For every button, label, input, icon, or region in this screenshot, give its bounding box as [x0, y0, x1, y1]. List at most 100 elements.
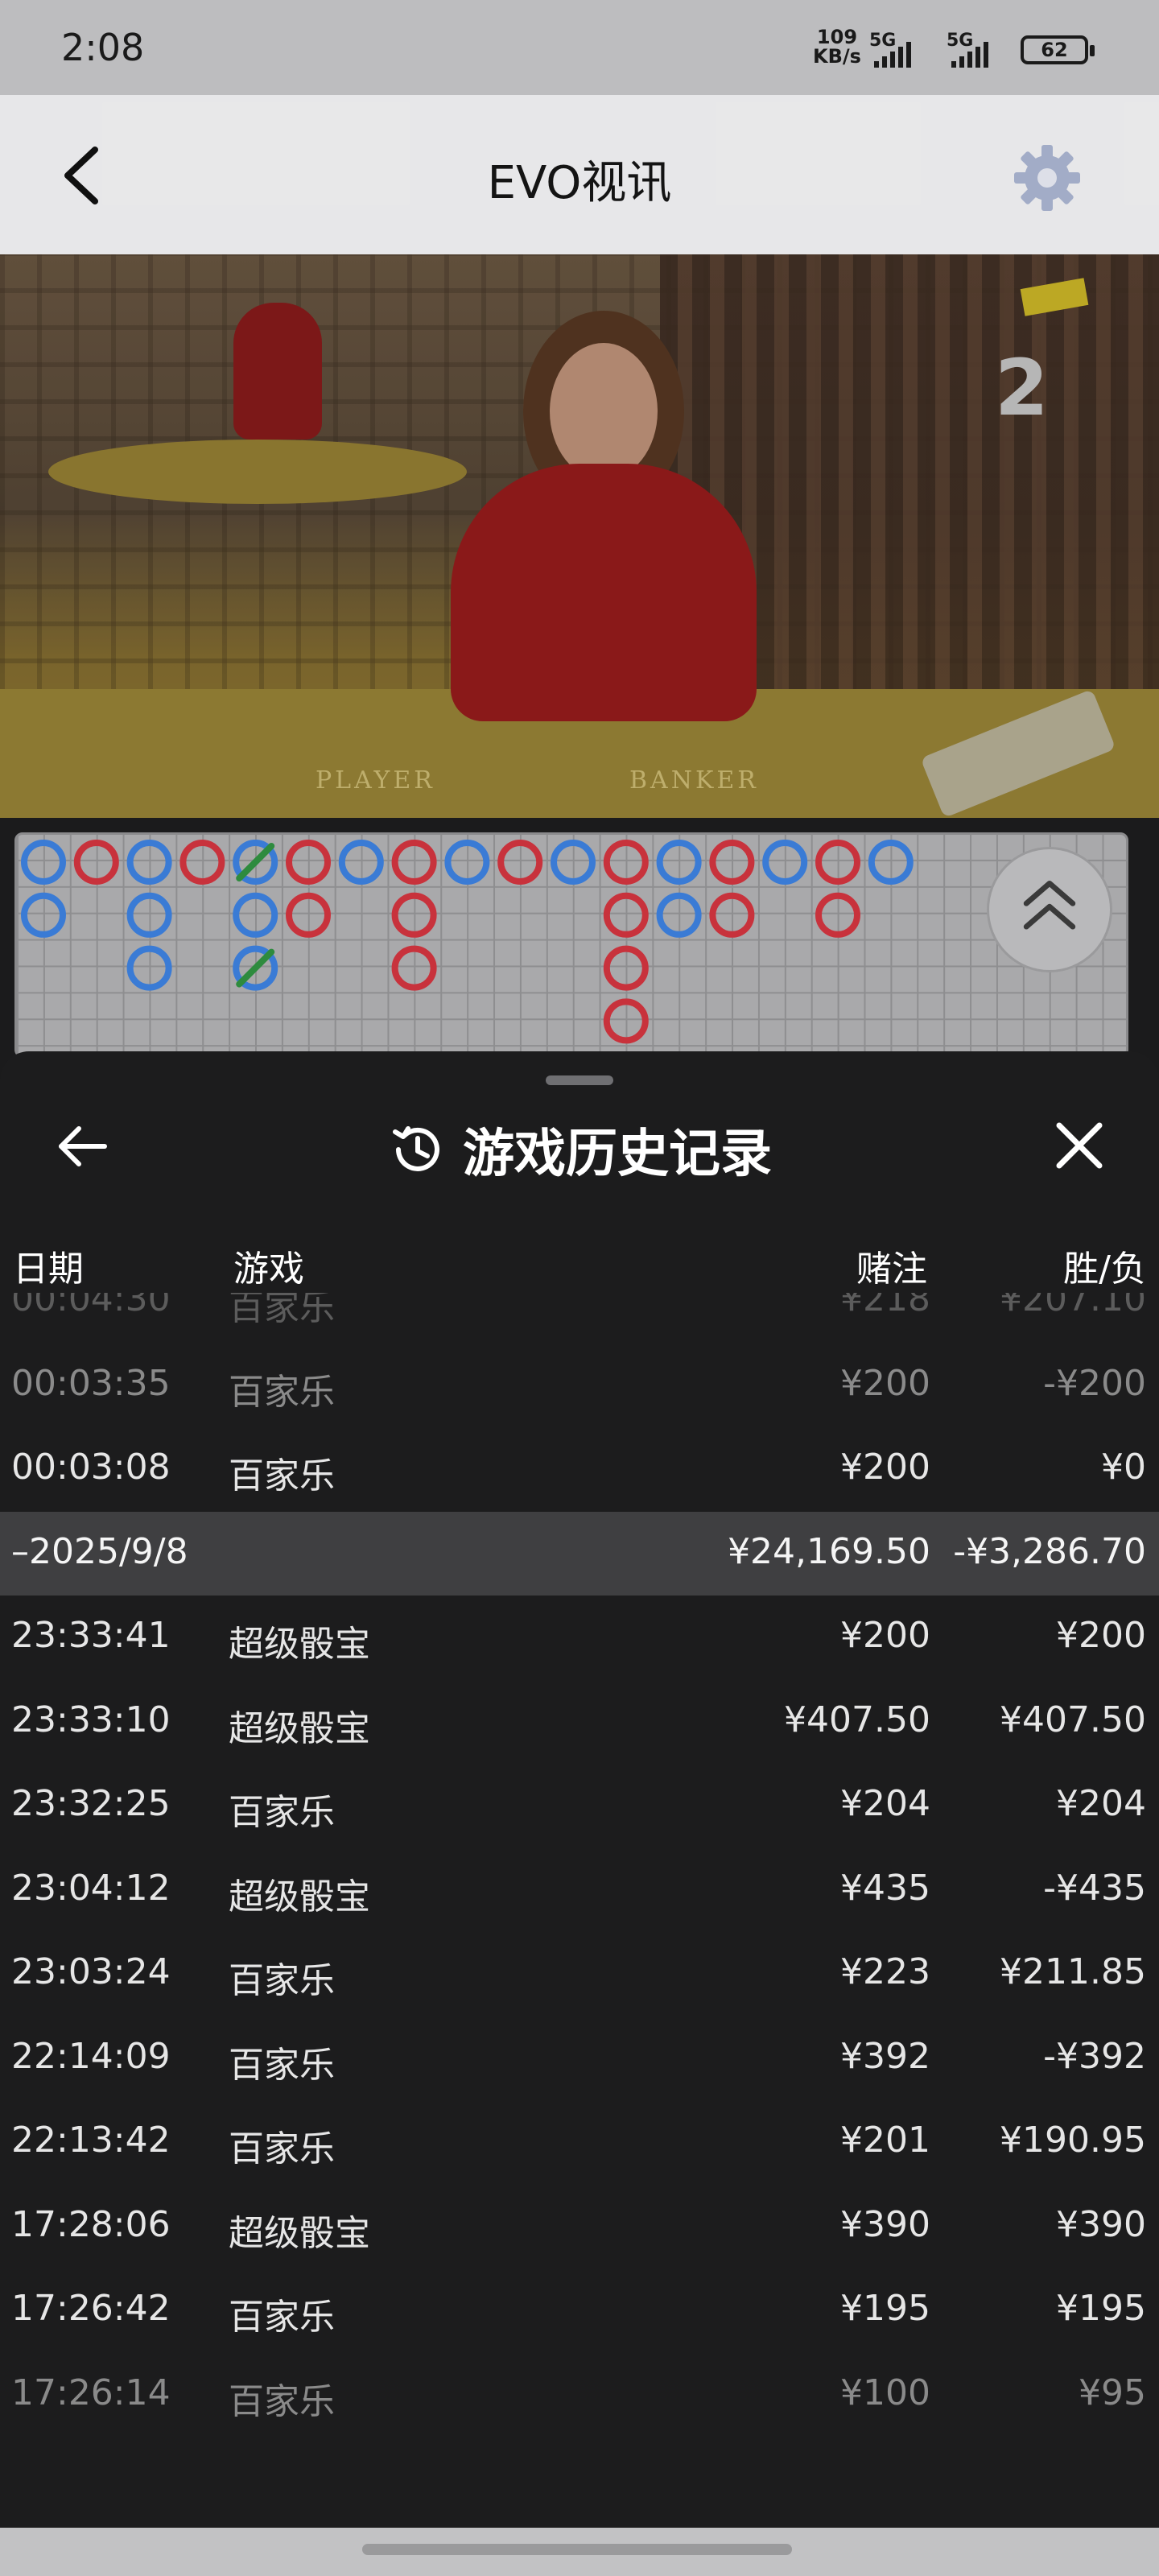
history-row[interactable]: 23:32:25 百家乐 ¥204 ¥204 — [0, 1764, 1159, 1847]
history-time: 22:14:09 — [11, 2035, 171, 2077]
banker-marker — [179, 840, 225, 885]
history-bet: ¥200 — [840, 1615, 930, 1656]
player-marker — [656, 892, 702, 938]
history-win-loss: ¥390 — [1056, 2203, 1146, 2245]
history-bet: ¥100 — [840, 2372, 930, 2413]
column-header-bet: 赌注 — [856, 1249, 927, 1290]
history-win-loss: ¥407.50 — [1000, 1699, 1146, 1740]
sheet-grabber[interactable] — [546, 1075, 613, 1085]
column-header-win-loss: 胜/负 — [1063, 1249, 1146, 1290]
history-bet: ¥435 — [840, 1867, 930, 1909]
history-time: 23:04:12 — [11, 1867, 171, 1909]
banker-marker — [709, 892, 755, 938]
history-bet: ¥204 — [840, 1783, 930, 1824]
banker-marker — [391, 840, 437, 885]
history-game: 百家乐 — [229, 2380, 335, 2422]
history-win-loss: -¥200 — [1043, 1362, 1146, 1404]
history-time: 17:26:42 — [11, 2288, 171, 2329]
player-marker — [126, 892, 172, 938]
history-time: 22:13:42 — [11, 2120, 171, 2161]
history-win-loss: ¥204 — [1056, 1783, 1146, 1824]
battery-icon: 62 — [1021, 35, 1095, 64]
history-row[interactable]: 00:03:35 百家乐 ¥200 -¥200 — [0, 1344, 1159, 1427]
history-game: 百家乐 — [229, 1293, 335, 1328]
network-speed-value: 109 — [816, 26, 858, 48]
history-win-loss: ¥190.95 — [1000, 2120, 1146, 2161]
history-game: 百家乐 — [229, 2297, 335, 2338]
banker-marker — [815, 892, 860, 938]
history-row[interactable]: 22:14:09 百家乐 ¥392 -¥392 — [0, 2017, 1159, 2100]
player-marker — [233, 892, 278, 938]
history-row[interactable]: 17:26:14 百家乐 ¥100 ¥95 — [0, 2353, 1159, 2437]
live-video[interactable]: PLAYER BANKER 2 — [0, 254, 1159, 818]
history-win-loss: -¥435 — [1043, 1867, 1146, 1909]
banker-marker — [603, 840, 649, 885]
player-marker — [338, 840, 384, 885]
history-row[interactable]: 00:04:30 百家乐 ¥218 ¥207.10 — [0, 1293, 1159, 1343]
history-bet: ¥218 — [840, 1293, 930, 1319]
game-history-sheet: 游戏历史记录 日期 游戏 赌注 胜/负 00:04:30 百家乐 ¥218 ¥207.… — [0, 1051, 1159, 2528]
history-game: 超级骰宝 — [229, 1624, 370, 1665]
banker-marker — [391, 945, 437, 991]
history-row[interactable]: 23:04:12 超级骰宝 ¥435 -¥435 — [0, 1848, 1159, 1932]
group-date: –2025/9/8 — [11, 1530, 188, 1572]
banker-marker — [709, 840, 755, 885]
column-header-game: 游戏 — [233, 1249, 304, 1290]
signal-icon: 5G — [869, 31, 950, 68]
scroll-up-button[interactable] — [987, 847, 1112, 972]
history-bet: ¥201 — [840, 2120, 930, 2161]
banker-marker — [73, 840, 119, 885]
history-time: 00:03:08 — [11, 1447, 171, 1488]
home-indicator[interactable] — [362, 2544, 792, 2555]
tie-marker — [236, 948, 275, 988]
history-time: 23:32:25 — [11, 1783, 171, 1824]
player-marker — [656, 840, 702, 885]
history-bet: ¥195 — [840, 2288, 930, 2329]
player-marker — [126, 840, 172, 885]
history-bet: ¥390 — [840, 2203, 930, 2245]
date-group-header[interactable]: –2025/9/8 ¥24,169.50 -¥3,286.70 — [0, 1511, 1159, 1596]
signal-icon: 5G — [947, 31, 1027, 68]
history-bet: ¥392 — [840, 2035, 930, 2077]
history-time: 00:03:35 — [11, 1362, 171, 1404]
player-marker — [868, 840, 914, 885]
history-win-loss: ¥0 — [1101, 1447, 1146, 1488]
status-bar: 2:08 109 KB/s 5G 5G 62 — [0, 0, 1159, 95]
history-game: 超级骰宝 — [229, 1707, 370, 1749]
history-bet: ¥200 — [840, 1362, 930, 1404]
network-speed-unit: KB/s — [813, 45, 861, 68]
close-icon[interactable] — [1051, 1117, 1107, 1174]
banker-marker — [286, 892, 331, 938]
history-win-loss: ¥195 — [1056, 2288, 1146, 2329]
history-row[interactable]: 22:13:42 百家乐 ¥201 ¥190.95 — [0, 2100, 1159, 2184]
banker-marker — [603, 892, 649, 938]
player-marker — [21, 840, 66, 885]
history-bet: ¥223 — [840, 1951, 930, 1992]
column-header-date: 日期 — [13, 1249, 84, 1290]
history-time: 17:26:14 — [11, 2372, 171, 2413]
history-row[interactable]: 23:33:10 超级骰宝 ¥407.50 ¥407.50 — [0, 1680, 1159, 1764]
group-bet-total: ¥24,169.50 — [728, 1530, 930, 1572]
banker-marker — [286, 840, 331, 885]
banker-marker — [497, 840, 543, 885]
history-game: 百家乐 — [229, 1455, 335, 1496]
history-icon — [393, 1126, 439, 1171]
banker-marker — [391, 892, 437, 938]
history-game: 百家乐 — [229, 2044, 335, 2086]
history-row[interactable]: 17:26:42 百家乐 ¥195 ¥195 — [0, 2268, 1159, 2352]
history-list[interactable]: 00:04:30 百家乐 ¥218 ¥207.10 00:03:35 百家乐 ¥200 -¥2… — [0, 1293, 1159, 2496]
history-row[interactable]: 23:03:24 百家乐 ¥223 ¥211.85 — [0, 1932, 1159, 2016]
history-game: 百家乐 — [229, 1960, 335, 2001]
history-row[interactable]: 23:33:41 超级骰宝 ¥200 ¥200 — [0, 1596, 1159, 1679]
player-marker — [21, 892, 66, 938]
banker-marker — [603, 998, 649, 1044]
nav-bar: EVO视讯 — [0, 95, 1159, 254]
history-win-loss: ¥211.85 — [1000, 1951, 1146, 1992]
road-map[interactable] — [14, 832, 1128, 1058]
history-row[interactable]: 17:28:06 超级骰宝 ¥390 ¥390 — [0, 2185, 1159, 2268]
history-win-loss: -¥392 — [1043, 2035, 1146, 2077]
player-marker — [444, 840, 490, 885]
player-marker — [762, 840, 808, 885]
history-row[interactable]: 00:03:08 百家乐 ¥200 ¥0 — [0, 1427, 1159, 1511]
history-time: 23:33:10 — [11, 1699, 171, 1740]
